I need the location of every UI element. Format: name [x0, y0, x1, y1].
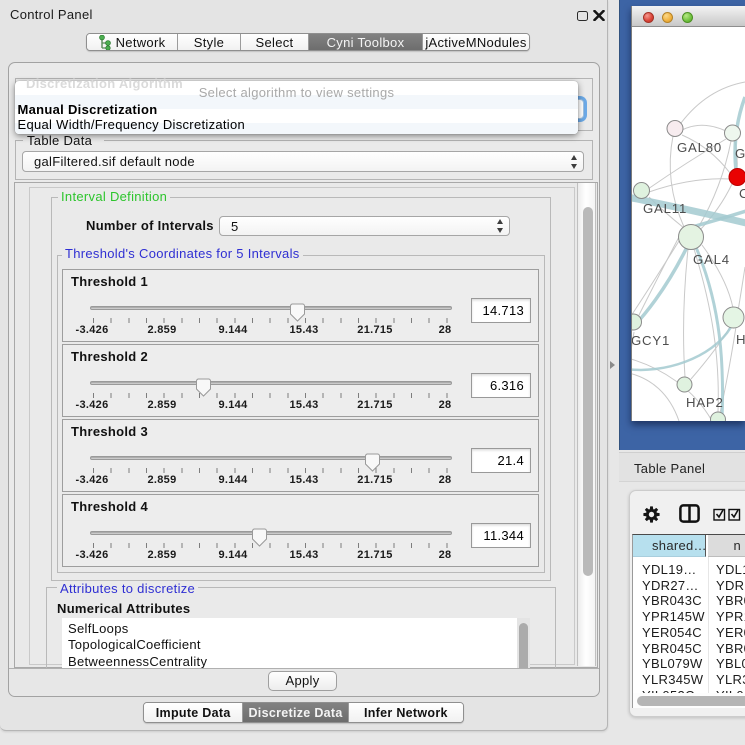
- svg-text:GA: GA: [735, 146, 745, 161]
- svg-text:GAL80: GAL80: [677, 140, 722, 155]
- svg-text:GAL11: GAL11: [643, 201, 687, 216]
- svg-text:HAP2: HAP2: [686, 395, 724, 410]
- svg-text:GAL4: GAL4: [693, 252, 730, 267]
- svg-text:H: H: [736, 332, 745, 347]
- svg-text:GCY1: GCY1: [632, 333, 670, 348]
- svg-text:C: C: [739, 186, 745, 201]
